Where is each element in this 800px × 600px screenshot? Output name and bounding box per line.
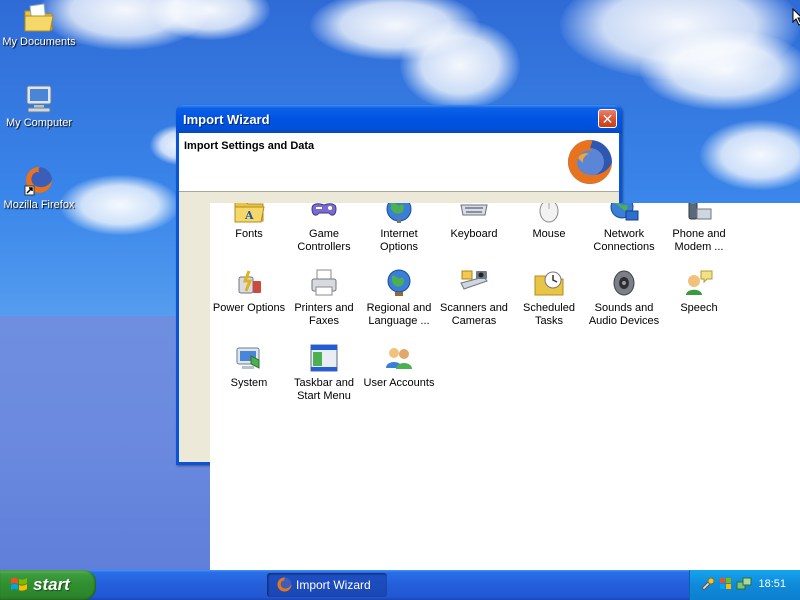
- scheduled-tasks-icon: [534, 271, 564, 296]
- system-icon: [236, 347, 260, 369]
- wizard-header: Import Settings and Data: [179, 133, 619, 192]
- cp-item-label: System: [230, 377, 268, 389]
- taskbar-icon: [310, 344, 338, 372]
- phone-icon: [688, 203, 712, 220]
- cloud: [640, 30, 800, 110]
- tray-tools-icon[interactable]: [700, 576, 716, 592]
- cp-item-sounds-and-audio-devices[interactable]: Sounds and Audio Devices: [586, 267, 662, 328]
- cp-item-label: Scheduled Tasks: [523, 302, 575, 327]
- system-tray: 18:51: [689, 570, 800, 600]
- tray-security-icon[interactable]: [718, 576, 734, 592]
- cp-item-keyboard[interactable]: Keyboard: [436, 203, 512, 241]
- windows-logo-icon: [11, 577, 27, 591]
- cp-item-label: Keyboard: [450, 228, 498, 240]
- network-icon: [610, 203, 639, 221]
- cp-item-label: Printers and Faxes: [294, 302, 354, 327]
- cp-item-system[interactable]: System: [211, 342, 287, 390]
- taskbar-button-label: Import Wizard: [296, 578, 371, 592]
- gamepad-icon: [311, 203, 337, 216]
- cp-item-network-connections[interactable]: Network Connections: [586, 203, 662, 254]
- cp-item-regional-and-language[interactable]: Regional and Language ...: [361, 267, 437, 328]
- cp-item-label: Phone and Modem ...: [672, 228, 726, 253]
- desktop: My Documents My Computer Mozilla Firefox…: [0, 0, 800, 570]
- taskbar-button-import-wizard[interactable]: Import Wizard: [267, 573, 387, 597]
- close-button[interactable]: ✕: [598, 109, 617, 128]
- cp-item-label: Internet Options: [380, 228, 418, 253]
- cloud: [400, 20, 520, 110]
- firefox-icon: [277, 577, 292, 592]
- start-label: start: [33, 575, 70, 594]
- cp-item-phone-and-modem[interactable]: Phone and Modem ...: [661, 203, 737, 254]
- desktop-icon-my-computer[interactable]: My Computer: [0, 83, 78, 129]
- desktop-icon-my-documents[interactable]: My Documents: [0, 2, 78, 48]
- cp-item-power-options[interactable]: Power Options: [211, 267, 287, 315]
- desktop-icon-mozilla-firefox[interactable]: Mozilla Firefox: [0, 163, 78, 211]
- cp-item-mouse[interactable]: Mouse: [511, 203, 587, 241]
- window-titlebar[interactable]: Import Wizard ✕: [176, 105, 622, 133]
- cp-item-label: Sounds and Audio Devices: [588, 302, 660, 327]
- cp-item-scanners-and-cameras[interactable]: Scanners and Cameras: [436, 267, 512, 328]
- control-panel-content: A Fonts Game Controllers Internet Option…: [210, 203, 800, 570]
- speaker-icon: [613, 270, 635, 296]
- cp-item-game-controllers[interactable]: Game Controllers: [286, 203, 362, 254]
- cloud: [60, 175, 180, 235]
- firefox-icon: [24, 166, 52, 196]
- cp-item-label: Scanners and Cameras: [440, 302, 508, 327]
- window-title: Import Wizard: [183, 112, 270, 127]
- tray-network-icon[interactable]: [736, 576, 752, 592]
- folder-documents-icon: [24, 3, 54, 32]
- cp-item-label: User Accounts: [363, 377, 435, 389]
- globe-icon: [386, 203, 412, 223]
- taskbar: start Import Wizard 18:51: [0, 570, 800, 600]
- start-button[interactable]: start: [0, 570, 96, 600]
- cp-item-scheduled-tasks[interactable]: Scheduled Tasks: [511, 267, 587, 328]
- cp-item-label: Game Controllers: [297, 228, 351, 253]
- regional-globe-icon: [387, 269, 411, 296]
- keyboard-icon: [460, 204, 488, 216]
- scanner-icon: [460, 270, 488, 290]
- cp-item-speech[interactable]: Speech: [661, 267, 737, 315]
- close-icon: ✕: [601, 111, 614, 127]
- desktop-icon-label: Mozilla Firefox: [3, 199, 75, 211]
- wizard-heading: Import Settings and Data: [184, 140, 315, 152]
- clock: 18:51: [758, 578, 786, 590]
- cp-item-label: Mouse: [532, 228, 566, 240]
- users-icon: [386, 348, 412, 369]
- cp-item-printers-and-faxes[interactable]: Printers and Faxes: [286, 267, 362, 328]
- cp-item-label: Regional and Language ...: [366, 302, 432, 327]
- printer-icon: [311, 269, 337, 296]
- firefox-icon: [568, 140, 612, 184]
- power-icon: [238, 270, 261, 294]
- computer-icon: [26, 85, 52, 113]
- speech-icon: [686, 270, 713, 295]
- cp-item-internet-options[interactable]: Internet Options: [361, 203, 437, 254]
- cp-item-label: Fonts: [235, 228, 263, 240]
- cloud: [700, 120, 800, 190]
- fonts-folder-icon: A: [234, 203, 265, 223]
- mouse-icon: [539, 203, 559, 223]
- cp-item-taskbar-and-start-menu[interactable]: Taskbar and Start Menu: [286, 342, 362, 403]
- desktop-icon-label: My Documents: [2, 36, 76, 48]
- cp-item-label: Taskbar and Start Menu: [294, 377, 354, 402]
- cp-item-label: Power Options: [212, 302, 286, 314]
- cp-item-fonts[interactable]: A Fonts: [211, 203, 287, 241]
- cp-item-label: Network Connections: [593, 228, 655, 253]
- cp-item-label: Speech: [680, 302, 718, 314]
- desktop-icon-label: My Computer: [5, 117, 73, 129]
- mouse-cursor-icon: [792, 8, 800, 26]
- cp-item-user-accounts[interactable]: User Accounts: [361, 342, 437, 390]
- svg-text:A: A: [244, 209, 254, 222]
